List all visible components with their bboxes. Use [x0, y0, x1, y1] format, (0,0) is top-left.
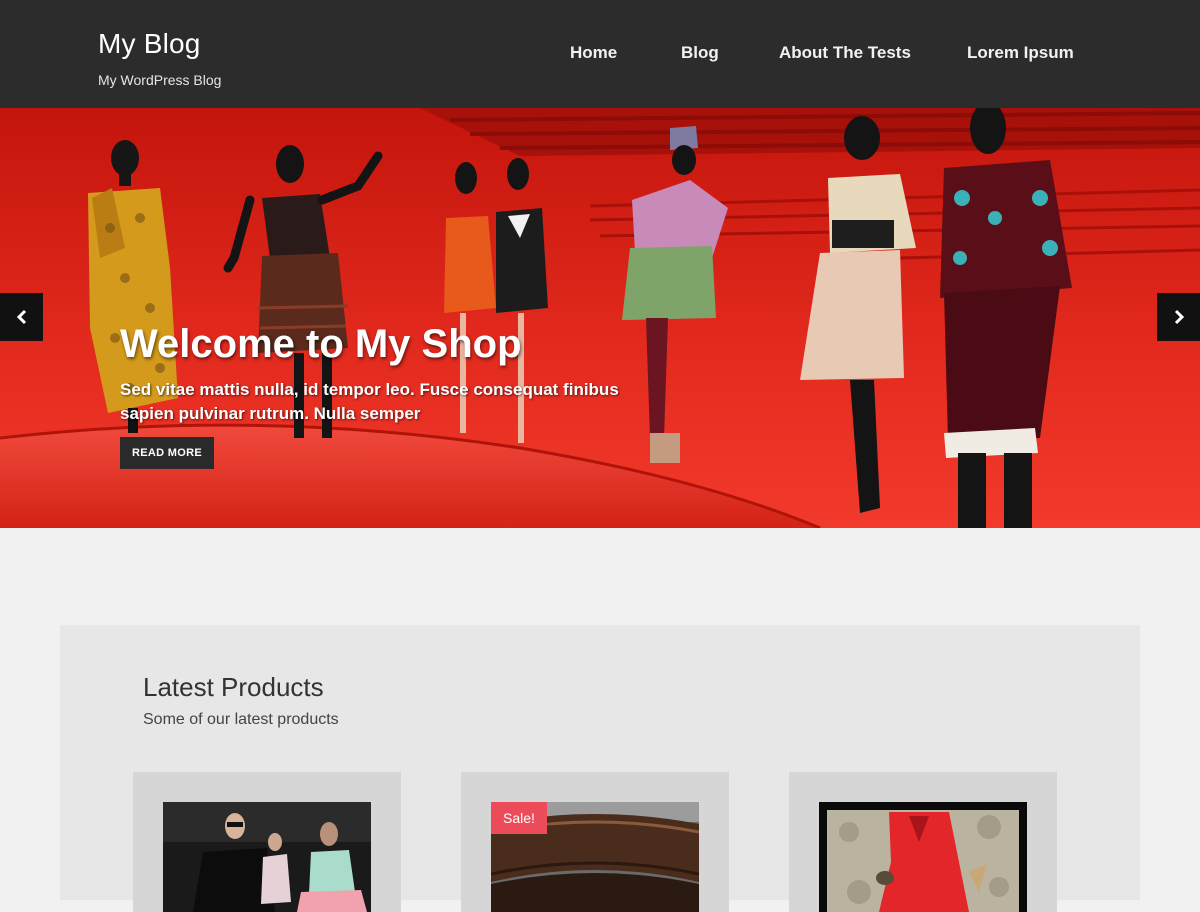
slider-prev-button[interactable] — [0, 293, 43, 341]
product-image[interactable] — [163, 802, 371, 912]
brand: My Blog My WordPress Blog — [98, 28, 221, 88]
nav-item-home[interactable]: Home — [570, 42, 617, 64]
slider-next-button[interactable] — [1157, 293, 1200, 341]
latest-products-section: Latest Products Some of our latest produ… — [60, 625, 1140, 912]
product-card: Sale! — [461, 772, 729, 912]
sale-badge: Sale! — [491, 802, 547, 834]
site-title[interactable]: My Blog — [98, 28, 221, 60]
site-tagline: My WordPress Blog — [98, 72, 222, 88]
hero-text: Sed vitae mattis nulla, id tempor leo. F… — [120, 380, 619, 423]
section-title: Latest Products — [143, 672, 324, 702]
site-header: My Blog My WordPress Blog Home Blog Abou… — [0, 0, 1200, 108]
nav-item-about-the-tests[interactable]: About The Tests — [779, 42, 911, 64]
nav-item-lorem-ipsum[interactable]: Lorem Ipsum — [967, 42, 1074, 64]
product-card — [789, 772, 1057, 912]
hero-caption: Welcome to My Shop Sed vitae mattis null… — [120, 320, 640, 469]
product-image[interactable] — [819, 802, 1027, 912]
product-card — [133, 772, 401, 912]
nav-item-blog[interactable]: Blog — [681, 42, 719, 64]
section-subtitle: Some of our latest products — [143, 711, 339, 728]
chevron-left-icon — [16, 309, 26, 325]
hero-title: Welcome to My Shop — [120, 322, 522, 366]
product-photo-runway — [163, 802, 371, 912]
product-photo-red-dress — [819, 802, 1027, 912]
read-more-button[interactable]: READ MORE — [120, 437, 214, 469]
chevron-right-icon — [1174, 309, 1184, 325]
hero-slider: Welcome to My Shop Sed vitae mattis null… — [0, 108, 1200, 528]
